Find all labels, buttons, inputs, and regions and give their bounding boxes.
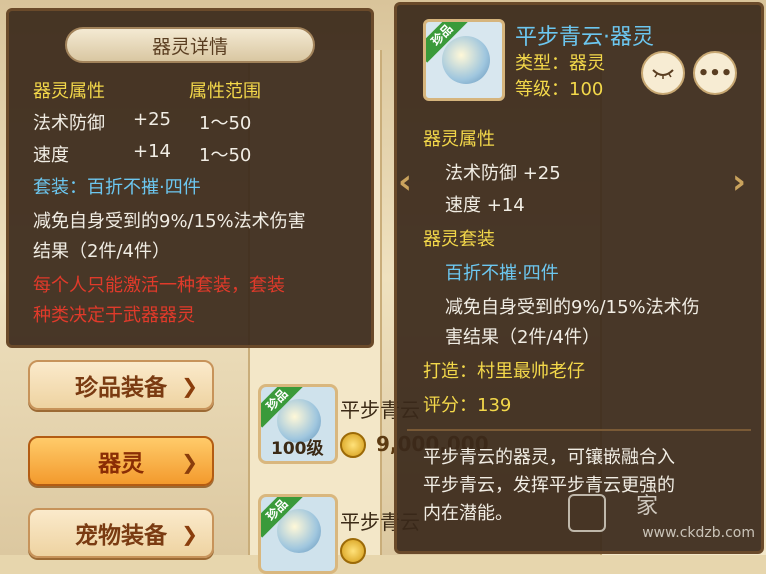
set-desc: 减免自身受到的9%/15%法术伤害 [33,211,306,232]
prev-arrow-icon[interactable]: ‹ [398,162,412,202]
set-line: 套装：百折不摧·四件 [33,177,201,198]
menu-label: 宠物装备 [75,523,167,549]
forge-line: 打造：村里最帅老仔 [423,361,585,382]
panel-title: 器灵详情 [65,27,315,63]
menu-rare-equipment-button[interactable]: 珍品装备 ❯ [28,360,214,410]
coin-icon [340,432,366,458]
set-note: 种类决定于武器器灵 [33,305,195,326]
item-icon[interactable]: 珍品 [258,494,338,574]
attr-header: 器灵属性 [33,81,105,102]
score-line: 评分：139 [423,395,512,416]
chevron-right-icon: ❯ [181,374,198,398]
eye-icon[interactable] [641,51,685,95]
next-arrow-icon[interactable]: › [732,162,746,202]
spirit-detail-panel: 器灵详情 器灵属性 属性范围 法术防御 +25 1～50 速度 +14 1～50… [6,8,374,348]
item-title: 平步青云·器灵 [515,25,654,50]
attr-header: 器灵属性 [423,129,495,150]
watermark-url: www.ckdzb.com [642,525,755,541]
attr-value: +14 [133,141,171,162]
more-icon[interactable]: ••• [693,51,737,95]
spirit-gem-icon [442,36,490,84]
set-note: 每个人只能激活一种套装，套装 [33,275,285,296]
menu-pet-equipment-button[interactable]: 宠物装备 ❯ [28,508,214,558]
set-desc: 减免自身受到的9%/15%法术伤 [445,297,700,318]
item-desc: 平步青云的器灵，可镶嵌融合入 [423,447,675,468]
menu-spirit-button[interactable]: 器灵 ❯ [28,436,214,486]
item-icon-large: 珍品 [423,19,505,101]
divider [407,429,751,431]
attr-name: 法术防御 [33,113,105,134]
attr-value: +25 [133,109,171,130]
set-header: 器灵套装 [423,229,495,250]
watermark-char: 家 [636,494,659,519]
item-icon[interactable]: 珍品 100级 [258,384,338,464]
attr-name: 速度 [33,145,69,166]
range-header: 属性范围 [189,81,261,102]
attr-range: 1～50 [199,145,252,166]
attr-line: 速度 +14 [445,195,525,216]
set-desc: 结果（2件/4件） [33,241,170,262]
item-level: 100级 [271,439,324,459]
menu-label: 珍品装备 [75,375,167,401]
attr-line: 法术防御 +25 [445,163,561,184]
item-type: 类型：器灵 [515,53,605,74]
item-level: 等级：100 [515,79,604,100]
item-tooltip-panel: 珍品 平步青云·器灵 类型：器灵 等级：100 ••• 器灵属性 法术防御 +2… [394,2,764,554]
attr-range: 1～50 [199,113,252,134]
coin-icon [340,538,366,564]
chevron-right-icon: ❯ [181,450,198,474]
menu-label: 器灵 [98,451,144,477]
set-name: 百折不摧·四件 [445,263,559,284]
watermark-logo [568,494,606,532]
set-desc: 害结果（2件/4件） [445,327,600,348]
item-desc: 内在潜能。 [423,503,513,524]
chevron-right-icon: ❯ [181,522,198,546]
